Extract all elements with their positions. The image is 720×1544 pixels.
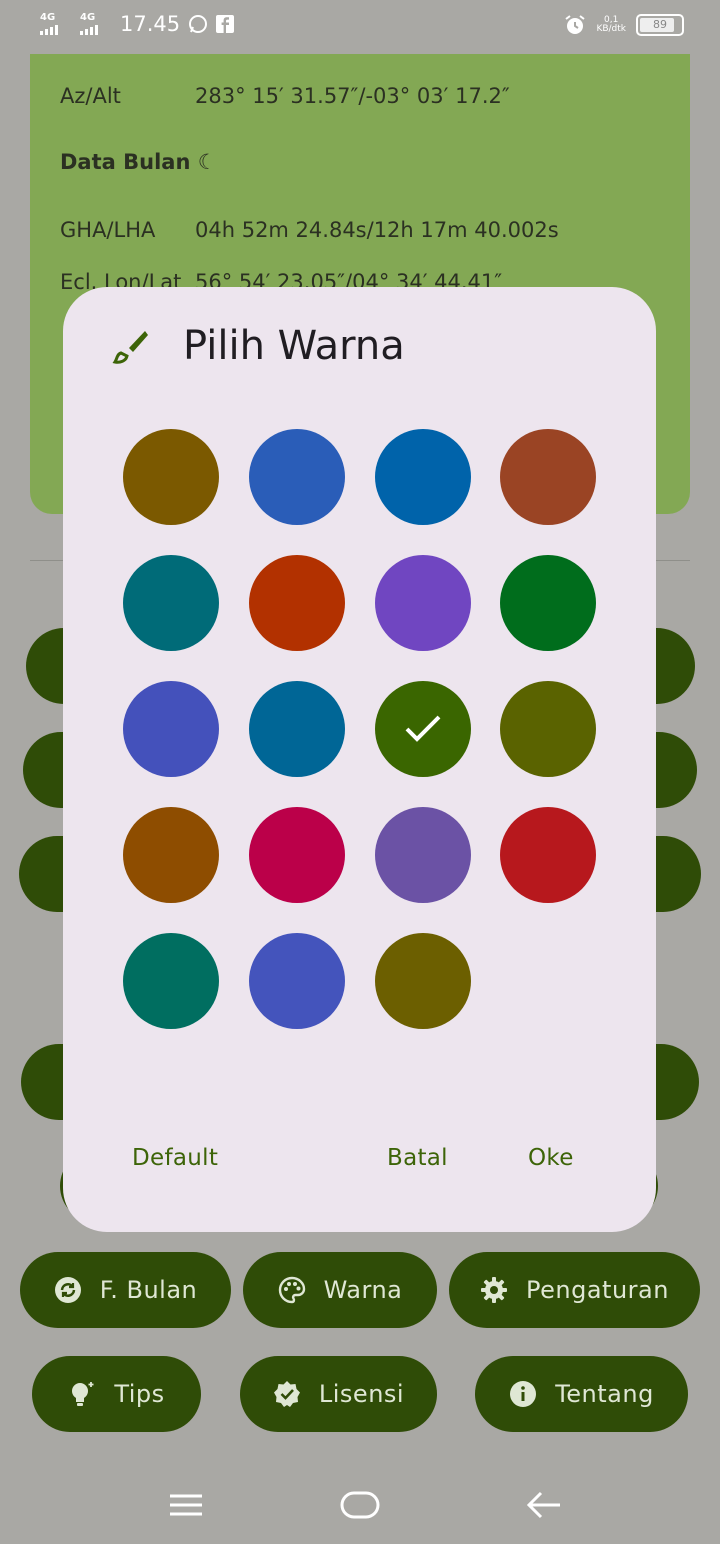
- refresh-icon: [54, 1276, 82, 1304]
- settings-button[interactable]: Pengaturan: [449, 1252, 700, 1328]
- cancel-button[interactable]: Batal: [387, 1145, 448, 1171]
- info-icon: [509, 1380, 537, 1408]
- clock: 17.45: [120, 12, 181, 36]
- color-swatch[interactable]: [375, 429, 471, 525]
- color-swatch[interactable]: [249, 807, 345, 903]
- row-gha-lha: GHA/LHA 04h 52m 24.84s/12h 17m 40.002s: [60, 218, 559, 242]
- license-button[interactable]: Lisensi: [240, 1356, 437, 1432]
- color-swatch[interactable]: [249, 681, 345, 777]
- color-swatch[interactable]: [249, 555, 345, 651]
- ok-button[interactable]: Oke: [528, 1145, 574, 1171]
- home-icon[interactable]: [340, 1491, 380, 1519]
- whatsapp-icon: [189, 15, 208, 33]
- alarm-icon: [565, 15, 586, 34]
- back-icon[interactable]: [526, 1490, 562, 1520]
- color-picker-dialog: Pilih Warna Default Batal Oke: [63, 287, 656, 1232]
- facebook-icon: [216, 15, 235, 33]
- status-right: 0,1 KB/dtk 89: [564, 14, 684, 36]
- gear-icon: [480, 1276, 508, 1304]
- color-swatch[interactable]: [249, 429, 345, 525]
- lightbulb-icon: [68, 1380, 96, 1408]
- color-swatch[interactable]: [249, 933, 345, 1029]
- about-button[interactable]: Tentang: [475, 1356, 688, 1432]
- color-swatch[interactable]: [123, 933, 219, 1029]
- verified-badge-icon: [273, 1380, 301, 1408]
- paintbrush-icon: [111, 327, 151, 367]
- color-swatch[interactable]: [375, 933, 471, 1029]
- network-speed: 0,1 KB/dtk: [596, 15, 626, 34]
- default-button[interactable]: Default: [132, 1145, 218, 1171]
- section-title-moon: Data Bulan ☾: [60, 150, 217, 174]
- status-left: 4G 4G 17.45: [40, 12, 235, 36]
- color-swatch[interactable]: [500, 555, 596, 651]
- moon-phase-button[interactable]: F. Bulan: [20, 1252, 231, 1328]
- color-swatch[interactable]: [375, 807, 471, 903]
- signal-icon: 4G: [40, 13, 72, 35]
- row-az-alt: Az/Alt 283° 15′ 31.57″/-03° 03′ 17.2″: [60, 84, 510, 108]
- color-swatch[interactable]: [123, 807, 219, 903]
- dialog-title: Pilih Warna: [183, 323, 405, 369]
- color-swatch[interactable]: [375, 681, 471, 777]
- color-button[interactable]: Warna: [243, 1252, 437, 1328]
- check-icon: [405, 715, 441, 742]
- palette-icon: [278, 1276, 306, 1304]
- battery-icon: 89: [636, 14, 684, 36]
- tips-button[interactable]: Tips: [32, 1356, 201, 1432]
- color-swatch[interactable]: [500, 681, 596, 777]
- menu-icon[interactable]: [168, 1493, 204, 1517]
- status-bar: 4G 4G 17.45 0,1 KB/dtk 89: [0, 0, 720, 54]
- color-swatch[interactable]: [123, 429, 219, 525]
- color-swatch[interactable]: [500, 807, 596, 903]
- navigation-bar: [0, 1460, 720, 1544]
- color-swatch[interactable]: [123, 555, 219, 651]
- color-swatch[interactable]: [500, 429, 596, 525]
- color-swatch[interactable]: [375, 555, 471, 651]
- color-swatch[interactable]: [123, 681, 219, 777]
- signal-icon-2: 4G: [80, 13, 112, 35]
